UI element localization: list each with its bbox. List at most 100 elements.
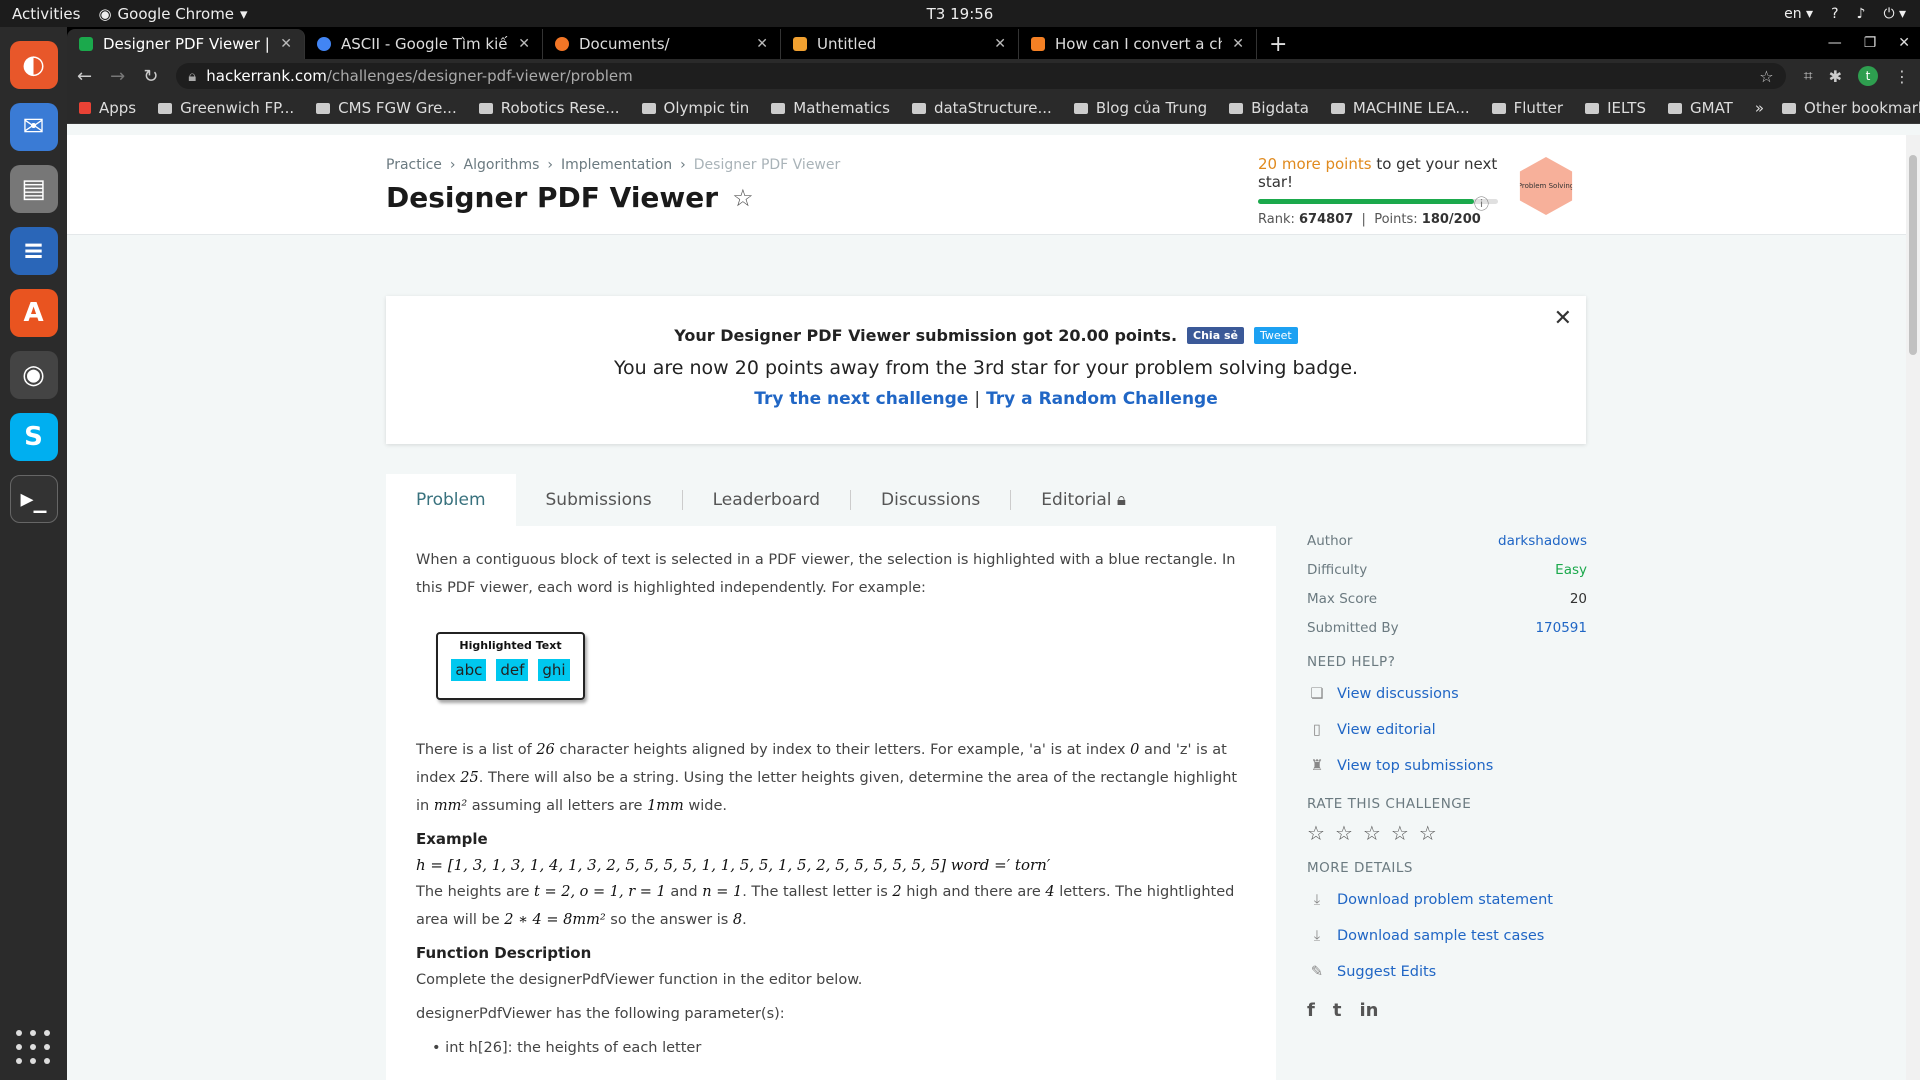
- star-icon[interactable]: ☆: [732, 184, 754, 212]
- breadcrumb-implementation[interactable]: Implementation: [561, 157, 672, 173]
- close-icon[interactable]: ✕: [756, 36, 768, 52]
- other-bookmarks[interactable]: Other bookmarks: [1782, 99, 1920, 117]
- address-bar[interactable]: 🔒︎ hackerrank.com/challenges/designer-pd…: [176, 63, 1786, 89]
- description-text: There is a list of 26 character heights …: [416, 736, 1246, 820]
- help-icon[interactable]: ?: [1831, 6, 1838, 22]
- maximize-icon[interactable]: ❐: [1864, 35, 1877, 51]
- clock[interactable]: T3 19:56: [0, 5, 1920, 23]
- skype-icon[interactable]: S: [9, 413, 58, 461]
- separator: |: [974, 389, 981, 409]
- breadcrumb-practice[interactable]: Practice: [386, 157, 442, 173]
- download-testcases-link[interactable]: ⤓ Download sample test cases: [1307, 918, 1587, 954]
- thunderbird-icon[interactable]: ✉: [9, 103, 58, 151]
- browser-tab[interactable]: Designer PDF Viewer | Ha ✕: [67, 29, 305, 59]
- parameter-text: int h[26]: the heights of each letter: [445, 1040, 702, 1056]
- view-discussions-link[interactable]: ❏ View discussions: [1307, 676, 1587, 712]
- window-close-icon[interactable]: ✕: [1898, 35, 1910, 51]
- writer-icon[interactable]: ≡: [9, 227, 58, 275]
- rating-star-icon[interactable]: ☆: [1307, 821, 1325, 845]
- breadcrumb-algorithms[interactable]: Algorithms: [464, 157, 540, 173]
- app-menu[interactable]: ◉ Google Chrome ▾: [98, 5, 247, 23]
- bookmark-item[interactable]: Bigdata: [1229, 99, 1309, 117]
- language-indicator[interactable]: en ▾: [1784, 6, 1813, 22]
- book-icon: ▯: [1313, 722, 1321, 738]
- tab-leaderboard[interactable]: Leaderboard: [683, 490, 852, 510]
- translate-icon[interactable]: ⌗: [1804, 66, 1813, 86]
- browser-tab[interactable]: How can I convert a chara ✕: [1019, 29, 1257, 59]
- profile-avatar[interactable]: t: [1858, 66, 1878, 86]
- forward-icon[interactable]: →: [110, 66, 125, 87]
- new-tab-button[interactable]: +: [1257, 29, 1299, 59]
- bookmark-item[interactable]: Robotics Rese...: [478, 99, 620, 117]
- twitter-icon[interactable]: t: [1333, 1000, 1342, 1021]
- view-editorial-link[interactable]: ▯ View editorial: [1307, 712, 1587, 748]
- bookmark-item[interactable]: CMS FGW Gre...: [316, 99, 457, 117]
- url-path: /challenges/designer-pdf-viewer/problem: [326, 67, 633, 85]
- tab-discussions[interactable]: Discussions: [851, 490, 1012, 510]
- scrollbar-thumb[interactable]: [1909, 155, 1917, 355]
- bookmark-label: dataStructure...: [933, 99, 1052, 117]
- menu-icon[interactable]: ⋮: [1894, 67, 1910, 86]
- folder-icon: [316, 102, 331, 114]
- software-center-icon[interactable]: A: [9, 289, 58, 337]
- bookmark-item[interactable]: Greenwich FP...: [158, 99, 294, 117]
- submitted-by-value[interactable]: 170591: [1535, 620, 1587, 636]
- show-apps-icon[interactable]: [15, 1030, 52, 1066]
- terminal-icon[interactable]: ▸_: [9, 475, 58, 523]
- power-icon[interactable]: ⏻ ▾: [1883, 6, 1906, 22]
- back-icon[interactable]: ←: [77, 66, 92, 87]
- browser-tab[interactable]: Documents/ ✕: [543, 29, 781, 59]
- files-icon[interactable]: ▤: [9, 165, 58, 213]
- facebook-share-button[interactable]: Chia sẻ: [1187, 327, 1244, 344]
- bookmark-item[interactable]: Apps: [79, 99, 136, 117]
- breadcrumb-current: Designer PDF Viewer: [693, 157, 841, 173]
- rating-star-icon[interactable]: ☆: [1363, 821, 1381, 845]
- rating-star-icon[interactable]: ☆: [1335, 821, 1353, 845]
- info-icon[interactable]: ⓘ: [1474, 193, 1489, 214]
- tab-problem[interactable]: Problem: [386, 474, 516, 526]
- math: mm²: [433, 798, 468, 814]
- close-icon[interactable]: ✕: [1232, 36, 1244, 52]
- volume-icon[interactable]: ♪: [1857, 6, 1866, 22]
- rating-star-icon[interactable]: ☆: [1419, 821, 1437, 845]
- close-icon[interactable]: ✕: [994, 36, 1006, 52]
- browser-tab[interactable]: ASCII - Google Tìm kiếm ✕: [305, 29, 543, 59]
- extensions-icon[interactable]: ✱: [1829, 67, 1842, 86]
- rating-star-icon[interactable]: ☆: [1391, 821, 1409, 845]
- random-challenge-link[interactable]: Try a Random Challenge: [986, 389, 1218, 409]
- bookmarks-overflow-button[interactable]: »: [1755, 99, 1764, 117]
- bookmark-item[interactable]: Blog của Trung: [1073, 99, 1207, 117]
- chrome-dock-icon[interactable]: ◉: [9, 351, 58, 399]
- close-icon[interactable]: ✕: [518, 36, 530, 52]
- tab-submissions[interactable]: Submissions: [516, 490, 683, 510]
- problem-solving-badge[interactable]: Problem Solving: [1519, 157, 1573, 215]
- bookmark-item[interactable]: MACHINE LEA...: [1330, 99, 1470, 117]
- close-icon[interactable]: ✕: [1554, 306, 1572, 331]
- bookmark-item[interactable]: Olympic tin: [641, 99, 749, 117]
- suggest-edits-link[interactable]: ✎ Suggest Edits: [1307, 954, 1587, 990]
- close-icon[interactable]: ✕: [280, 36, 292, 52]
- facebook-icon[interactable]: f: [1307, 1000, 1315, 1021]
- next-challenge-link[interactable]: Try the next challenge: [754, 389, 968, 409]
- browser-tab[interactable]: Untitled ✕: [781, 29, 1019, 59]
- system-tray[interactable]: en ▾ ? ♪ ⏻ ▾: [1784, 0, 1906, 27]
- activities-button[interactable]: Activities: [12, 5, 80, 23]
- bookmark-item[interactable]: Mathematics: [771, 99, 890, 117]
- tab-title: Designer PDF Viewer | Ha: [103, 35, 270, 53]
- bookmark-item[interactable]: IELTS: [1585, 99, 1646, 117]
- bookmark-item[interactable]: dataStructure...: [911, 99, 1052, 117]
- author-link[interactable]: darkshadows: [1498, 533, 1587, 549]
- view-top-submissions-link[interactable]: ♜ View top submissions: [1307, 748, 1587, 784]
- bookmark-star-icon[interactable]: ☆: [1759, 67, 1773, 86]
- linkedin-icon[interactable]: in: [1359, 1000, 1378, 1021]
- bookmark-item[interactable]: GMAT: [1668, 99, 1733, 117]
- firefox-icon[interactable]: ◐: [9, 41, 58, 89]
- page-title-text: Designer PDF Viewer: [386, 181, 719, 214]
- minimize-icon[interactable]: —: [1828, 35, 1842, 51]
- download-statement-link[interactable]: ⤓ Download problem statement: [1307, 882, 1587, 918]
- page-scrollbar[interactable]: [1906, 135, 1920, 1080]
- bookmark-item[interactable]: Flutter: [1491, 99, 1563, 117]
- tweet-button[interactable]: Tweet: [1253, 327, 1298, 344]
- tab-editorial[interactable]: Editorial 🔒︎: [1011, 490, 1156, 510]
- reload-icon[interactable]: ↻: [143, 66, 158, 87]
